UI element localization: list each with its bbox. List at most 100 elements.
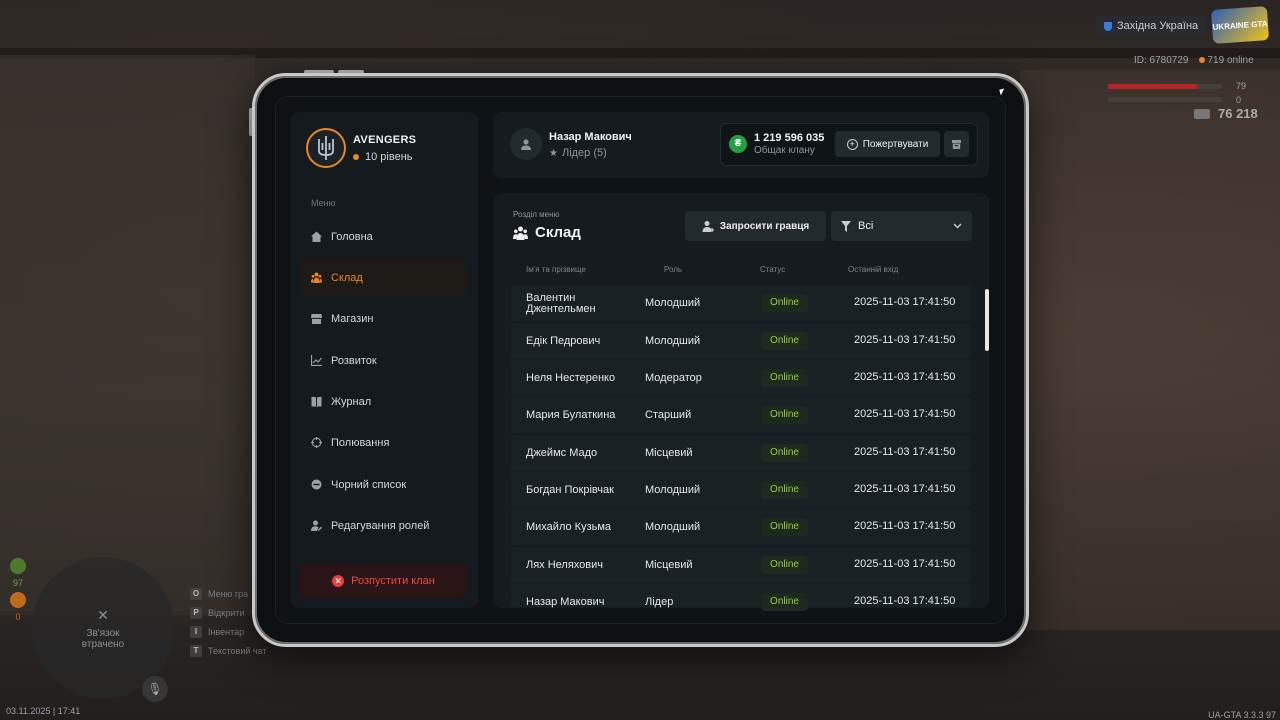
users-icon bbox=[311, 272, 322, 283]
armor-value: 0 bbox=[1236, 95, 1242, 105]
sidebar-item-label: Склад bbox=[331, 271, 363, 284]
clan-level-label: 10 рівень bbox=[365, 151, 413, 163]
user-name: Назар Макович bbox=[549, 131, 632, 143]
level-dot-icon bbox=[353, 154, 359, 160]
user-role: ★ Лідер (5) bbox=[549, 147, 607, 159]
sidebar-item-3[interactable]: Розвиток bbox=[300, 343, 467, 378]
member-last-login: 2025-11-03 17:41:50 bbox=[854, 483, 956, 495]
health-value: 79 bbox=[1236, 81, 1247, 91]
filter-icon bbox=[841, 220, 851, 232]
star-icon: ★ bbox=[549, 147, 558, 159]
fps-label: 97 bbox=[1265, 710, 1276, 720]
disband-clan-button[interactable]: ✕ Розпустити клан bbox=[300, 564, 467, 597]
sidebar-item-label: Головна bbox=[331, 230, 373, 243]
member-role: Молодший bbox=[645, 484, 701, 496]
filter-value: Всі bbox=[858, 220, 874, 232]
member-last-login: 2025-11-03 17:41:50 bbox=[854, 558, 956, 570]
clan-avatar bbox=[306, 128, 346, 168]
mic-icon: 🎙 bbox=[142, 676, 168, 702]
member-last-login: 2025-11-03 17:41:50 bbox=[854, 520, 956, 532]
member-last-login: 2025-11-03 17:41:50 bbox=[854, 296, 956, 308]
server-logo: UKRAINE GTA bbox=[1210, 6, 1270, 44]
status-badge: Online bbox=[761, 518, 808, 536]
sidebar-item-5[interactable]: Полювання bbox=[300, 425, 467, 460]
keybind-label: Інвентар bbox=[208, 627, 245, 637]
user-icon bbox=[521, 139, 531, 150]
health-bar bbox=[1108, 84, 1222, 89]
crosshair-icon bbox=[311, 437, 322, 448]
member-name: Едік Педрович bbox=[526, 335, 601, 347]
hud-region: Західна Україна bbox=[1096, 16, 1207, 36]
status-count-2: 0 bbox=[15, 612, 21, 622]
disband-label: Розпустити клан bbox=[351, 574, 435, 587]
hud-id: ID: 6780729 719 online bbox=[1134, 55, 1254, 66]
status-green-icon bbox=[10, 558, 26, 574]
sidebar-item-4[interactable]: Журнал bbox=[300, 384, 467, 419]
sidebar-item-6[interactable]: Чорний список bbox=[300, 467, 467, 502]
trident-icon bbox=[318, 136, 334, 160]
sidebar-item-2[interactable]: Магазин bbox=[300, 301, 467, 336]
hud-date: 03.11.2025 | 17:41 bbox=[6, 706, 81, 716]
online-dot-icon bbox=[1198, 57, 1205, 63]
section-label: Розділ меню bbox=[513, 210, 560, 219]
member-last-login: 2025-11-03 17:41:50 bbox=[854, 446, 956, 458]
header-status: Статус bbox=[760, 265, 786, 274]
key-cap: O bbox=[190, 588, 202, 600]
keybind-label: Меню гра bbox=[208, 589, 249, 599]
sidebar-item-1[interactable]: Склад bbox=[300, 260, 467, 295]
hud-region-label: Західна Україна bbox=[1117, 20, 1199, 32]
keybind-label: Відкрити bbox=[208, 608, 245, 618]
header-role: Роль bbox=[664, 265, 683, 274]
sidebar-item-label: Магазин bbox=[331, 312, 374, 325]
health-fill bbox=[1108, 84, 1199, 89]
storage-button[interactable] bbox=[944, 131, 969, 157]
donate-button[interactable]: + Пожертвувати bbox=[835, 131, 940, 157]
member-role: Молодший bbox=[645, 297, 701, 309]
armor-bar bbox=[1108, 97, 1222, 102]
online-count-label: 719 online bbox=[1207, 55, 1254, 66]
sidebar-item-label: Чорний список bbox=[331, 478, 407, 491]
user-role-label: Лідер (5) bbox=[561, 147, 607, 159]
member-name: Мария Булаткина bbox=[526, 409, 616, 421]
header-last-login: Останній вхід bbox=[848, 265, 899, 274]
status-badge: Online bbox=[761, 294, 808, 312]
member-last-login: 2025-11-03 17:41:50 bbox=[854, 408, 956, 420]
player-id: ID: 6780729 bbox=[1134, 55, 1189, 66]
menu-label: Меню bbox=[311, 198, 336, 208]
add-user-icon bbox=[702, 221, 714, 232]
status-filter-select[interactable]: Всі bbox=[831, 211, 972, 241]
chart-icon bbox=[311, 355, 322, 366]
status-badge: Online bbox=[761, 444, 808, 462]
close-icon: ✕ bbox=[332, 574, 345, 587]
shield-icon bbox=[1104, 21, 1112, 31]
status-badge: Online bbox=[761, 369, 808, 387]
user-avatar bbox=[510, 128, 542, 160]
member-role: Молодший bbox=[645, 335, 701, 347]
member-last-login: 2025-11-03 17:41:50 bbox=[854, 371, 956, 383]
minimap-status: 97 0 bbox=[10, 558, 26, 622]
table-scrollbar[interactable] bbox=[985, 289, 989, 351]
status-badge: Online bbox=[761, 556, 808, 574]
block-icon bbox=[311, 479, 322, 490]
shop-icon bbox=[311, 313, 322, 324]
money-value: 76 218 bbox=[1218, 106, 1258, 121]
background-wall-right bbox=[1020, 70, 1280, 630]
cash-icon bbox=[1194, 108, 1210, 119]
member-name: Валентин Джентельмен bbox=[526, 292, 596, 315]
keybind-label: Текстовий чат bbox=[208, 646, 267, 656]
sidebar-item-0[interactable]: Головна bbox=[300, 219, 467, 254]
member-role: Старший bbox=[645, 409, 692, 421]
sidebar-item-7[interactable]: Редагування ролей bbox=[300, 508, 467, 543]
hryvnia-coin-icon: ₴ bbox=[729, 135, 747, 153]
version-label: UA-GTA 3.3.3 bbox=[1208, 710, 1264, 720]
home-icon bbox=[311, 231, 322, 242]
book-icon bbox=[311, 396, 322, 407]
header-name: Ім'я та прізвище bbox=[526, 265, 586, 274]
sidebar-item-label: Розвиток bbox=[331, 354, 377, 367]
key-cap: I bbox=[190, 626, 202, 638]
invite-player-button[interactable]: Запросити гравця bbox=[685, 211, 826, 241]
status-badge: Online bbox=[761, 593, 808, 611]
hud-money: 76 218 bbox=[1194, 106, 1258, 121]
member-last-login: 2025-11-03 17:41:50 bbox=[854, 595, 956, 607]
signal-icon: ✕ bbox=[97, 606, 109, 623]
